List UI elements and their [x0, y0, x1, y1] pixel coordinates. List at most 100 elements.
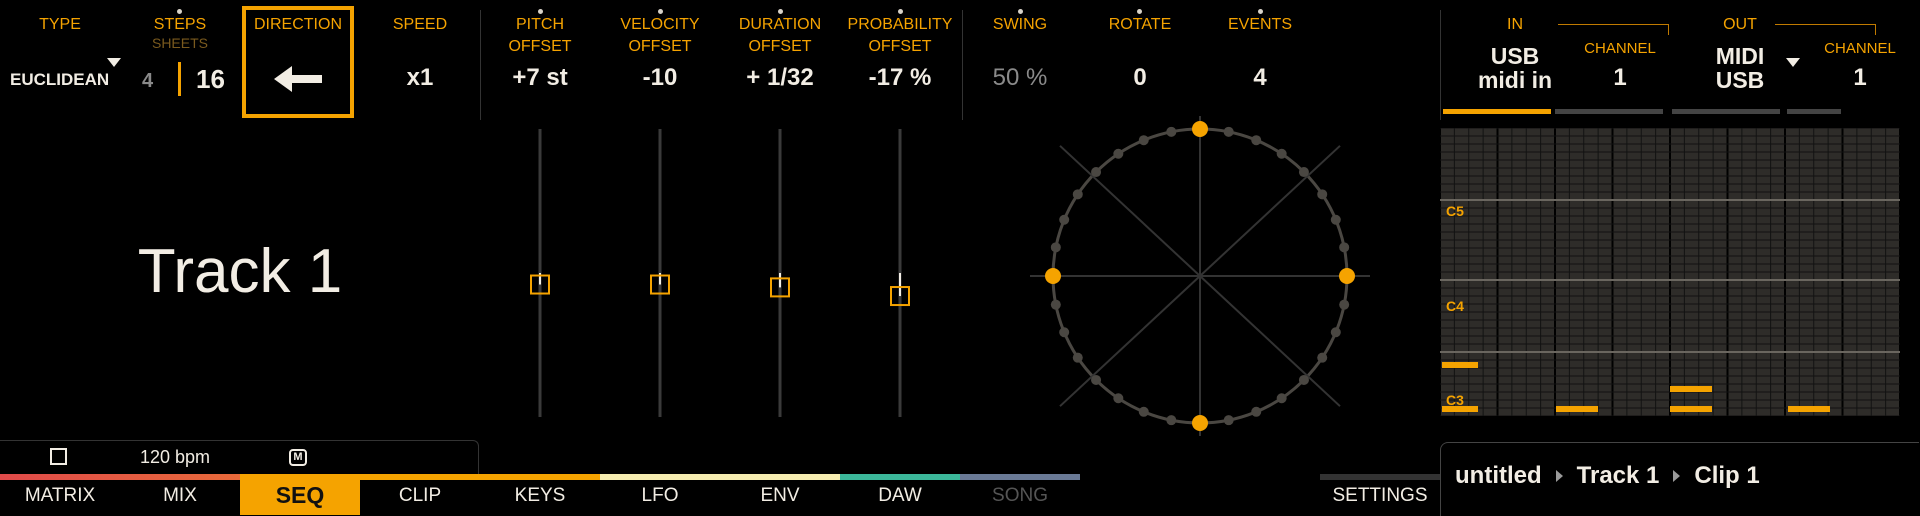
out-channel-value[interactable]: 1: [1810, 64, 1910, 92]
euclid-step: [1166, 415, 1177, 426]
roll-note-label: C4: [1446, 298, 1464, 314]
duration-label: DURATION OFFSET: [738, 16, 822, 55]
tab-clip[interactable]: CLIP: [360, 476, 480, 515]
steps-divider: [178, 62, 181, 96]
euclidean-circle: [1030, 116, 1370, 436]
out-label: OUT: [1723, 16, 1757, 33]
roll-note: [1670, 386, 1712, 392]
type-label: TYPE: [39, 16, 81, 33]
euclid-step: [1298, 167, 1309, 178]
euclid-step: [1166, 126, 1177, 137]
euclid-step: [1276, 393, 1287, 404]
roll-note-label: C3: [1446, 392, 1464, 408]
roll-note: [1556, 406, 1598, 412]
duration-value[interactable]: + 1/32: [725, 64, 835, 92]
events-label: EVENTS: [1227, 16, 1292, 33]
euclid-step: [1339, 299, 1350, 310]
tab-matrix[interactable]: MATRIX: [0, 476, 120, 515]
euclid-step: [1113, 393, 1124, 404]
breadcrumb-track[interactable]: Track 1: [1577, 462, 1660, 490]
separator: [962, 10, 963, 120]
breadcrumb-project[interactable]: untitled: [1455, 462, 1542, 490]
euclid-step: [1113, 148, 1124, 159]
separator: [480, 10, 481, 120]
pitch-label: PITCH OFFSET: [508, 16, 572, 55]
speed-label: SPEED: [392, 16, 448, 33]
tab-keys[interactable]: KEYS: [480, 476, 600, 515]
euclid-step: [1223, 415, 1234, 426]
out-channel-bracket: [1775, 24, 1876, 35]
sheet-tab-2[interactable]: [1555, 109, 1663, 114]
euclid-step: [1091, 167, 1102, 178]
in-channel-label: CHANNEL: [1584, 40, 1656, 57]
euclid-step: [1050, 242, 1061, 253]
steps-label: STEPS: [153, 16, 207, 33]
euclid-step: [1330, 327, 1341, 338]
piano-roll[interactable]: C5 C4 C3: [1440, 128, 1900, 416]
euclid-event: [1045, 268, 1061, 284]
euclid-event: [1192, 415, 1208, 431]
metronome-button[interactable]: M: [289, 449, 307, 466]
type-value[interactable]: EUCLIDEAN: [10, 70, 109, 90]
tab-daw[interactable]: DAW: [840, 476, 960, 515]
arrow-left-icon: [274, 66, 322, 92]
rotate-value[interactable]: 0: [1090, 64, 1190, 92]
in-port-value[interactable]: USB midi in: [1455, 44, 1575, 92]
chevron-right-icon: [1555, 470, 1563, 482]
offset-sliders[interactable]: [500, 125, 940, 420]
sheet-tab-1[interactable]: [1443, 109, 1551, 114]
tab-seq[interactable]: SEQ: [240, 476, 360, 515]
swing-value[interactable]: 50 %: [970, 64, 1070, 92]
speed-value[interactable]: x1: [380, 64, 460, 92]
roll-note: [1788, 406, 1830, 412]
chevron-right-icon: [1673, 470, 1681, 482]
roll-note-label: C5: [1446, 203, 1464, 219]
breadcrumb-clip[interactable]: Clip 1: [1694, 462, 1759, 490]
roll-note: [1670, 406, 1712, 412]
roll-note: [1442, 362, 1478, 368]
probability-value[interactable]: -17 %: [840, 64, 960, 92]
steps-value[interactable]: 16: [196, 64, 225, 95]
events-value[interactable]: 4: [1210, 64, 1310, 92]
euclid-step: [1317, 352, 1328, 363]
tab-song[interactable]: SONG: [960, 476, 1080, 515]
euclid-step: [1138, 406, 1149, 417]
tab-lfo[interactable]: LFO: [600, 476, 720, 515]
in-label: IN: [1507, 16, 1523, 33]
velocity-label: VELOCITY OFFSET: [620, 16, 700, 55]
velocity-value[interactable]: -10: [610, 64, 710, 92]
in-channel-value[interactable]: 1: [1570, 64, 1670, 92]
euclid-step: [1072, 352, 1083, 363]
out-channel-label: CHANNEL: [1824, 40, 1896, 57]
out-dropdown-icon[interactable]: [1786, 58, 1800, 67]
sheet-tab-3[interactable]: [1672, 109, 1780, 114]
pitch-value[interactable]: +7 st: [490, 64, 590, 92]
stop-button[interactable]: [50, 448, 67, 465]
euclid-step: [1317, 189, 1328, 200]
sheet-tab-4[interactable]: [1787, 109, 1841, 114]
euclid-step: [1059, 214, 1070, 225]
tab-mix[interactable]: MIX: [120, 476, 240, 515]
euclid-step: [1276, 148, 1287, 159]
roll-note: [1442, 406, 1478, 412]
settings-button[interactable]: SETTINGS: [1320, 476, 1440, 515]
tab-env[interactable]: ENV: [720, 476, 840, 515]
euclid-step: [1091, 374, 1102, 385]
euclid-step: [1072, 189, 1083, 200]
type-dropdown-icon[interactable]: [107, 58, 121, 67]
swing-label: SWING: [992, 16, 1048, 33]
direction-label: DIRECTION: [254, 16, 342, 33]
euclid-event: [1192, 121, 1208, 137]
out-port-value[interactable]: MIDI USB: [1680, 44, 1800, 92]
breadcrumb-path: untitled Track 1 Clip 1: [1455, 462, 1760, 490]
euclid-step: [1330, 214, 1341, 225]
euclid-step: [1059, 327, 1070, 338]
probability-label: PROBABILITY OFFSET: [847, 16, 953, 55]
sheets-label: SHEETS: [151, 35, 208, 51]
euclid-step: [1050, 299, 1061, 310]
in-channel-bracket: [1558, 24, 1669, 35]
sheets-value[interactable]: 4: [142, 70, 153, 93]
euclid-step: [1298, 374, 1309, 385]
track-name: Track 1: [137, 237, 343, 306]
tempo-value[interactable]: 120 bpm: [140, 447, 210, 468]
